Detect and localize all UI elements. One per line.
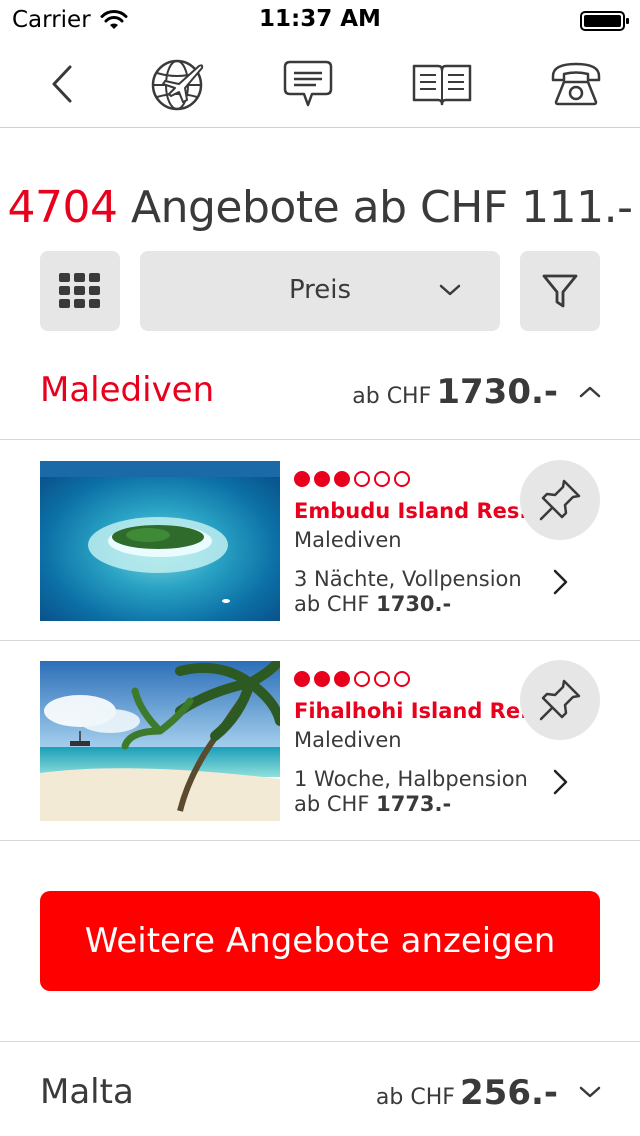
back-chevron-icon: [52, 65, 72, 103]
hotel-card[interactable]: Fihalhohi Island Re... Malediven 1 Woche…: [0, 640, 640, 840]
hotel-name[interactable]: Fihalhohi Island Re...: [294, 699, 544, 723]
hotel-price-amount: 1773.-: [376, 792, 452, 816]
clock: 11:37 AM: [259, 6, 381, 32]
grid-view-button[interactable]: [40, 251, 120, 331]
telephone-icon: [551, 62, 601, 106]
grid-icon: [59, 273, 100, 308]
rating-dot: [374, 671, 390, 687]
rating-dot: [294, 471, 310, 487]
hotel-image-beach: [40, 661, 280, 821]
rating-dot: [394, 671, 410, 687]
hotel-price-prefix: ab CHF: [294, 592, 377, 616]
hotel-price: ab CHF 1730.-: [294, 592, 451, 616]
offers-headline: 4704 Angebote ab CHF 111.-: [0, 182, 640, 233]
open-book-icon: [412, 64, 472, 106]
rating-dot: [334, 471, 350, 487]
rating-dot: [314, 671, 330, 687]
group-price: ab CHF 1730.-: [352, 372, 558, 412]
pushpin-icon: [539, 679, 581, 721]
chevron-down-icon: [579, 1086, 601, 1098]
hotel-stay: 3 Nächte, Vollpension: [294, 567, 522, 591]
hotel-price-prefix: ab CHF: [294, 792, 377, 816]
more-offers-button[interactable]: Weitere Angebote anzeigen: [40, 891, 600, 991]
hotel-price-amount: 1730.-: [376, 592, 452, 616]
group-name: Malta: [40, 1072, 134, 1112]
filter-icon: [542, 274, 578, 308]
group-name: Malediven: [40, 370, 215, 410]
rating-dot: [394, 471, 410, 487]
chevron-right-icon: [553, 569, 568, 595]
back-button[interactable]: [30, 54, 94, 114]
star-rating: [294, 471, 410, 487]
hotel-card[interactable]: Embudu Island Res... Malediven 3 Nächte,…: [0, 440, 640, 640]
rating-dot: [334, 671, 350, 687]
status-bar: Carrier 11:37 AM: [0, 0, 640, 40]
offers-count: 4704: [7, 182, 118, 233]
pin-button[interactable]: [520, 460, 600, 540]
globe-plane-icon: [151, 59, 204, 111]
group-price-amount: 256.-: [460, 1073, 558, 1113]
hotel-region: Malediven: [294, 728, 402, 752]
hotel-region: Malediven: [294, 528, 402, 552]
star-rating: [294, 671, 410, 687]
catalog-button[interactable]: [410, 54, 474, 114]
group-price-prefix: ab CHF: [352, 384, 432, 409]
group-price-prefix: ab CHF: [375, 1085, 455, 1110]
chevron-down-icon: [439, 284, 461, 296]
chat-bubble-icon: [283, 60, 333, 107]
phone-button[interactable]: [544, 54, 608, 114]
chevron-up-icon: [579, 386, 601, 398]
chevron-right-icon: [553, 769, 568, 795]
group-price-amount: 1730.-: [436, 372, 558, 412]
pin-button[interactable]: [520, 660, 600, 740]
rating-dot: [314, 471, 330, 487]
group-price: ab CHF 256.-: [376, 1073, 558, 1113]
filter-button[interactable]: [520, 251, 600, 331]
offers-headline-text: Angebote ab CHF 111.-: [117, 182, 633, 233]
rating-dot: [374, 471, 390, 487]
destinations-button[interactable]: [145, 54, 209, 114]
nav-bar: [0, 40, 640, 128]
rating-dot: [354, 671, 370, 687]
chat-button[interactable]: [276, 54, 340, 114]
hotel-name[interactable]: Embudu Island Res...: [294, 499, 543, 523]
battery-icon: [580, 11, 629, 31]
hotel-image-island: [40, 461, 280, 621]
hotel-price: ab CHF 1773.-: [294, 792, 451, 816]
hotel-stay: 1 Woche, Halbpension: [294, 767, 528, 791]
more-offers-label: Weitere Angebote anzeigen: [84, 921, 556, 961]
rating-dot: [354, 471, 370, 487]
divider: [0, 1041, 640, 1042]
divider: [0, 840, 640, 841]
rating-dot: [294, 671, 310, 687]
pushpin-icon: [539, 479, 581, 521]
